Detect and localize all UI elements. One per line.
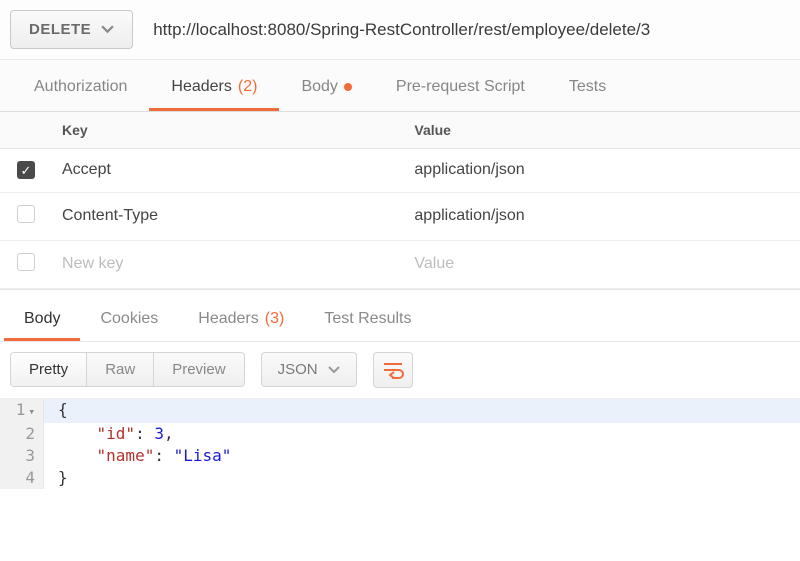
view-mode-group: Pretty Raw Preview (10, 352, 245, 387)
fold-toggle-icon[interactable]: ▾ (25, 405, 35, 418)
chevron-down-icon (101, 23, 114, 36)
chevron-down-icon (328, 364, 340, 376)
language-label: JSON (278, 361, 318, 378)
col-value: Value (404, 112, 800, 149)
header-value-cell[interactable]: application/json (404, 192, 800, 240)
response-body-viewer[interactable]: 1▾ { 2 "id": 3, 3 "name": "Lisa" 4 } (0, 399, 800, 489)
header-key-cell[interactable]: Accept (52, 149, 404, 193)
view-raw-button[interactable]: Raw (86, 353, 153, 386)
code-line: } (44, 467, 68, 489)
resp-tab-body[interactable]: Body (4, 298, 80, 341)
header-key-cell[interactable]: Content-Type (52, 192, 404, 240)
view-preview-button[interactable]: Preview (153, 353, 243, 386)
request-tabs: Authorization Headers (2) Body Pre-reque… (0, 59, 800, 112)
resp-tab-cookies[interactable]: Cookies (80, 298, 178, 341)
wrap-icon (382, 361, 404, 379)
body-modified-dot-icon (344, 83, 352, 91)
http-method-label: DELETE (29, 21, 91, 38)
tab-authorization[interactable]: Authorization (12, 64, 149, 111)
response-tabs: Body Cookies Headers (3) Test Results (0, 289, 800, 342)
wrap-lines-button[interactable] (373, 352, 413, 388)
row-checkbox[interactable] (17, 161, 35, 179)
view-pretty-button[interactable]: Pretty (11, 353, 86, 386)
header-key-placeholder[interactable]: New key (52, 240, 404, 288)
table-row-placeholder: New key Value (0, 240, 800, 288)
header-value-cell[interactable]: application/json (404, 149, 800, 193)
tab-prerequest[interactable]: Pre-request Script (374, 64, 547, 111)
code-line: "id": 3, (44, 423, 174, 445)
col-key: Key (52, 112, 404, 149)
resp-tab-test-results[interactable]: Test Results (304, 298, 431, 341)
tab-headers[interactable]: Headers (2) (149, 64, 279, 111)
resp-headers-count-badge: (3) (265, 310, 285, 328)
row-checkbox[interactable] (17, 253, 35, 271)
code-line: { (44, 399, 68, 423)
headers-count-badge: (2) (238, 78, 258, 96)
resp-tab-headers[interactable]: Headers (3) (178, 298, 304, 341)
language-select[interactable]: JSON (261, 352, 357, 387)
table-row: Content-Type application/json (0, 192, 800, 240)
response-toolbar: Pretty Raw Preview JSON (0, 342, 800, 399)
request-url-input[interactable] (147, 10, 790, 49)
header-value-placeholder[interactable]: Value (404, 240, 800, 288)
row-checkbox[interactable] (17, 205, 35, 223)
code-line: "name": "Lisa" (44, 445, 231, 467)
tab-tests[interactable]: Tests (547, 64, 628, 111)
tab-body[interactable]: Body (279, 64, 373, 111)
http-method-select[interactable]: DELETE (10, 10, 133, 49)
table-row: Accept application/json (0, 149, 800, 193)
headers-table: Key Value Accept application/json Conten… (0, 112, 800, 289)
